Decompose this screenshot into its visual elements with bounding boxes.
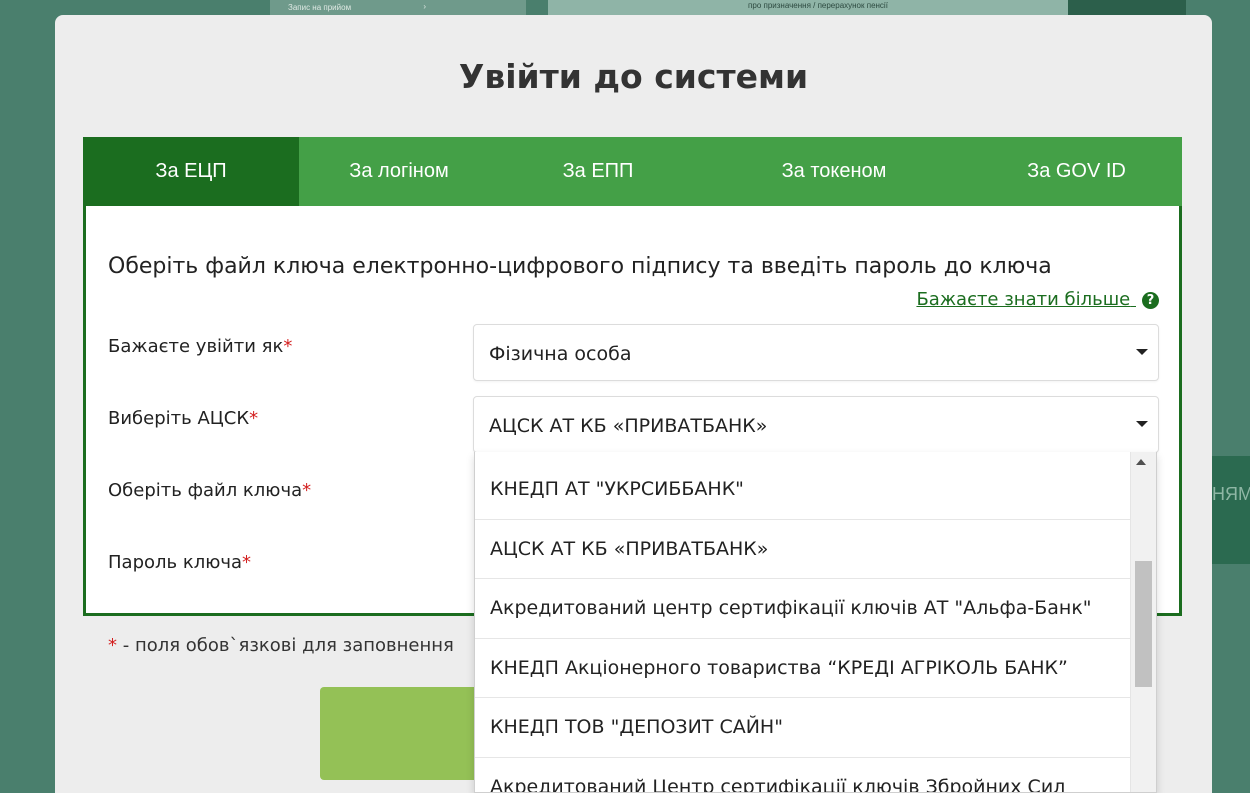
option-label: КНЕДП Акціонерного товариства “КРЕДІ АГР…: [490, 656, 1068, 679]
dropdown-options: КНЕДП АТ "УКРСИББАНК" АЦСК АТ КБ «ПРИВАТ…: [475, 460, 1131, 793]
dropdown-option[interactable]: Акредитований Центр сертифікації ключів …: [475, 758, 1131, 793]
caret-down-icon: [1136, 421, 1148, 427]
login-as-label-text: Бажаєте увійти як: [108, 336, 284, 357]
acsk-label-text: Виберіть АЦСК: [108, 408, 250, 429]
caret-down-icon: [1136, 349, 1148, 355]
acsk-select[interactable]: АЦСК АТ КБ «ПРИВАТБАНК»: [473, 396, 1159, 453]
learn-more-link[interactable]: Бажаєте знати більше ?: [916, 289, 1159, 310]
dropdown-option[interactable]: КНЕДП ТОВ "ДЕПОЗИТ САЙН": [475, 698, 1131, 758]
help-icon: ?: [1142, 292, 1159, 309]
tab-login[interactable]: За логіном: [299, 137, 499, 206]
option-label: Акредитований центр сертифікації ключів …: [490, 597, 1092, 620]
required-asterisk: *: [242, 552, 252, 573]
dropdown-option[interactable]: КНЕДП АТ "УКРСИББАНК": [475, 460, 1131, 520]
tab-label: За ЕЦП: [155, 160, 227, 182]
required-asterisk: *: [283, 336, 293, 357]
key-password-label-text: Пароль ключа: [108, 552, 243, 573]
background-pension-strip: про призначення / перерахунок пенсії: [548, 0, 1088, 15]
background-button-label: НЯМ: [1212, 484, 1250, 504]
tab-label: За ЕПП: [562, 160, 634, 182]
required-note: * - поля обов`язкові для заповнення: [108, 635, 454, 656]
acsk-value: АЦСК АТ КБ «ПРИВАТБАНК»: [489, 415, 768, 437]
tab-label: За логіном: [349, 160, 449, 182]
dropdown-scrollbar[interactable]: [1130, 452, 1156, 792]
option-label: АЦСК АТ КБ «ПРИВАТБАНК»: [490, 537, 769, 560]
learn-more-label: Бажаєте знати більше: [916, 289, 1131, 310]
login-as-select[interactable]: Фізична особа: [473, 324, 1159, 381]
option-label: КНЕДП ТОВ "ДЕПОЗИТ САЙН": [490, 716, 783, 739]
required-asterisk: *: [302, 480, 312, 501]
chevron-right-icon: ›: [423, 2, 426, 11]
background-strip-label: Запис на прийом: [288, 3, 352, 12]
background-button: НЯМ: [1212, 456, 1250, 564]
tab-eds[interactable]: За ЕЦП: [83, 137, 299, 206]
scroll-thumb[interactable]: [1135, 561, 1152, 687]
login-method-tabs: За ЕЦП За логіном За ЕПП За токеном За G…: [83, 137, 1182, 206]
tab-label: За токеном: [781, 160, 887, 182]
background-strip2-label: про призначення / перерахунок пенсії: [748, 1, 888, 10]
scroll-up-arrow-icon[interactable]: [1136, 459, 1146, 465]
tab-token[interactable]: За токеном: [697, 137, 971, 206]
tab-epp[interactable]: За ЕПП: [499, 137, 697, 206]
dropdown-option[interactable]: АЦСК АТ КБ «ПРИВАТБАНК»: [475, 520, 1131, 579]
dropdown-option[interactable]: Акредитований центр сертифікації ключів …: [475, 579, 1131, 639]
acsk-label: Виберіть АЦСК*: [108, 408, 258, 429]
required-asterisk: *: [108, 635, 117, 656]
panel-heading: Оберіть файл ключа електронно-цифрового …: [108, 254, 1052, 279]
dropdown-option[interactable]: КНЕДП Акціонерного товариства “КРЕДІ АГР…: [475, 639, 1131, 698]
key-file-label-text: Оберіть файл ключа: [108, 480, 303, 501]
login-as-label: Бажаєте увійти як*: [108, 336, 292, 357]
login-as-value: Фізична особа: [489, 343, 632, 365]
option-label: Акредитований Центр сертифікації ключів …: [490, 775, 1066, 793]
acsk-dropdown-list: КНЕДП АТ "УКРСИББАНК" АЦСК АТ КБ «ПРИВАТ…: [474, 452, 1157, 793]
option-label: КНЕДП АТ "УКРСИББАНК": [490, 478, 744, 501]
tab-label: За GOV ID: [1027, 160, 1126, 182]
tab-gov-id[interactable]: За GOV ID: [971, 137, 1182, 206]
key-file-label: Оберіть файл ключа*: [108, 480, 311, 501]
key-password-label: Пароль ключа*: [108, 552, 251, 573]
required-asterisk: *: [249, 408, 259, 429]
modal-title: Увійти до системи: [458, 57, 809, 96]
required-note-text: - поля обов`язкові для заповнення: [117, 635, 454, 656]
